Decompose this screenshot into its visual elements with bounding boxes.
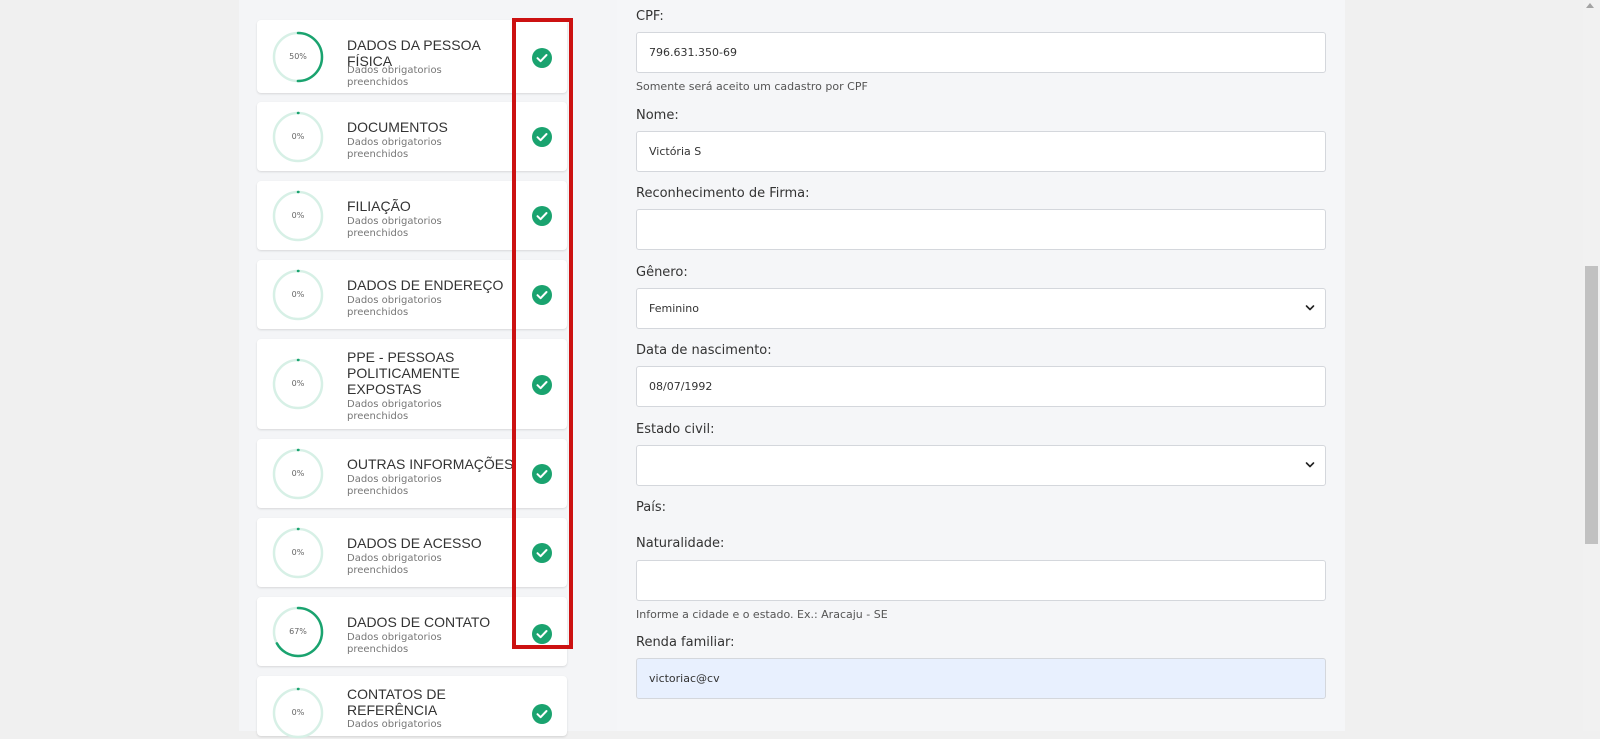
step-title: PPE - PESSOAS POLITICAMENTE EXPOSTAS — [347, 349, 460, 397]
cpf-label: CPF: — [636, 9, 664, 24]
step-subtitle: Dados obrigatorios preenchidos — [347, 65, 442, 88]
progress-ring: 0% — [272, 687, 324, 739]
progress-ring: 0% — [272, 358, 324, 410]
progress-percent: 0% — [291, 548, 305, 557]
pais-label: País: — [636, 500, 666, 515]
progress-ring: 0% — [272, 190, 324, 242]
naturalidade-field[interactable] — [636, 560, 1326, 601]
step-title: CONTATOS DE REFERÊNCIA — [347, 686, 446, 718]
chevron-down-icon — [1305, 460, 1315, 470]
estado-civil-select[interactable] — [636, 445, 1326, 486]
progress-percent: 67% — [289, 627, 307, 636]
cpf-help-text: Somente será aceito um cadastro por CPF — [636, 80, 868, 93]
renda-field[interactable]: victoriac@cv — [636, 658, 1326, 699]
scroll-up-arrow-icon[interactable] — [1586, 3, 1594, 8]
step-subtitle: Dados obrigatorios preenchidos — [347, 216, 442, 239]
step-title: DADOS DE ACESSO — [347, 535, 482, 551]
nascimento-label: Data de nascimento: — [636, 343, 772, 358]
nascimento-field[interactable]: 08/07/1992 — [636, 366, 1326, 407]
progress-percent: 50% — [289, 52, 307, 61]
step-card-contatos-referencia[interactable]: 0% CONTATOS DE REFERÊNCIA Dados obrigato… — [257, 676, 567, 739]
step-title: DADOS DE ENDEREÇO — [347, 277, 504, 293]
progress-ring: 0% — [272, 269, 324, 321]
step-title: OUTRAS INFORMAÇÕES — [347, 456, 514, 472]
cpf-field[interactable]: 796.631.350-69 — [636, 32, 1326, 73]
progress-percent: 0% — [291, 469, 305, 478]
chevron-down-icon — [1305, 303, 1315, 313]
progress-percent: 0% — [291, 211, 305, 220]
progress-percent: 0% — [291, 708, 305, 717]
check-circle-icon — [532, 704, 552, 724]
estado-civil-label: Estado civil: — [636, 422, 715, 437]
scrollbar-thumb[interactable] — [1585, 266, 1598, 544]
progress-percent: 0% — [291, 290, 305, 299]
step-title: FILIAÇÃO — [347, 198, 411, 214]
nome-label: Nome: — [636, 108, 679, 123]
step-subtitle: Dados obrigatorios preenchidos — [347, 474, 442, 497]
progress-percent: 0% — [291, 379, 305, 388]
highlight-frame — [512, 18, 573, 649]
step-title: DADOS DE CONTATO — [347, 614, 491, 630]
genero-label: Gênero: — [636, 265, 688, 280]
step-subtitle: Dados obrigatorios preenchidos — [347, 553, 442, 576]
step-subtitle: Dados obrigatorios — [347, 719, 442, 730]
reconhecimento-field[interactable] — [636, 209, 1326, 250]
naturalidade-help-text: Informe a cidade e o estado. Ex.: Aracaj… — [636, 608, 888, 621]
naturalidade-label: Naturalidade: — [636, 536, 725, 551]
step-subtitle: Dados obrigatorios preenchidos — [347, 295, 442, 318]
step-title: DOCUMENTOS — [347, 119, 448, 135]
renda-label: Renda familiar: — [636, 635, 735, 650]
progress-ring: 0% — [272, 448, 324, 500]
step-subtitle: Dados obrigatorios preenchidos — [347, 399, 442, 422]
progress-ring: 0% — [272, 527, 324, 579]
progress-percent: 0% — [291, 132, 305, 141]
reconhecimento-label: Reconhecimento de Firma: — [636, 186, 810, 201]
step-subtitle: Dados obrigatorios preenchidos — [347, 137, 442, 160]
step-subtitle: Dados obrigatorios preenchidos — [347, 632, 442, 655]
genero-select[interactable]: Feminino — [636, 288, 1326, 329]
progress-ring: 50% — [272, 31, 324, 83]
nome-field[interactable]: Victória S — [636, 131, 1326, 172]
progress-ring: 67% — [272, 606, 324, 658]
genero-selected-value: Feminino — [649, 302, 699, 315]
progress-ring: 0% — [272, 111, 324, 163]
